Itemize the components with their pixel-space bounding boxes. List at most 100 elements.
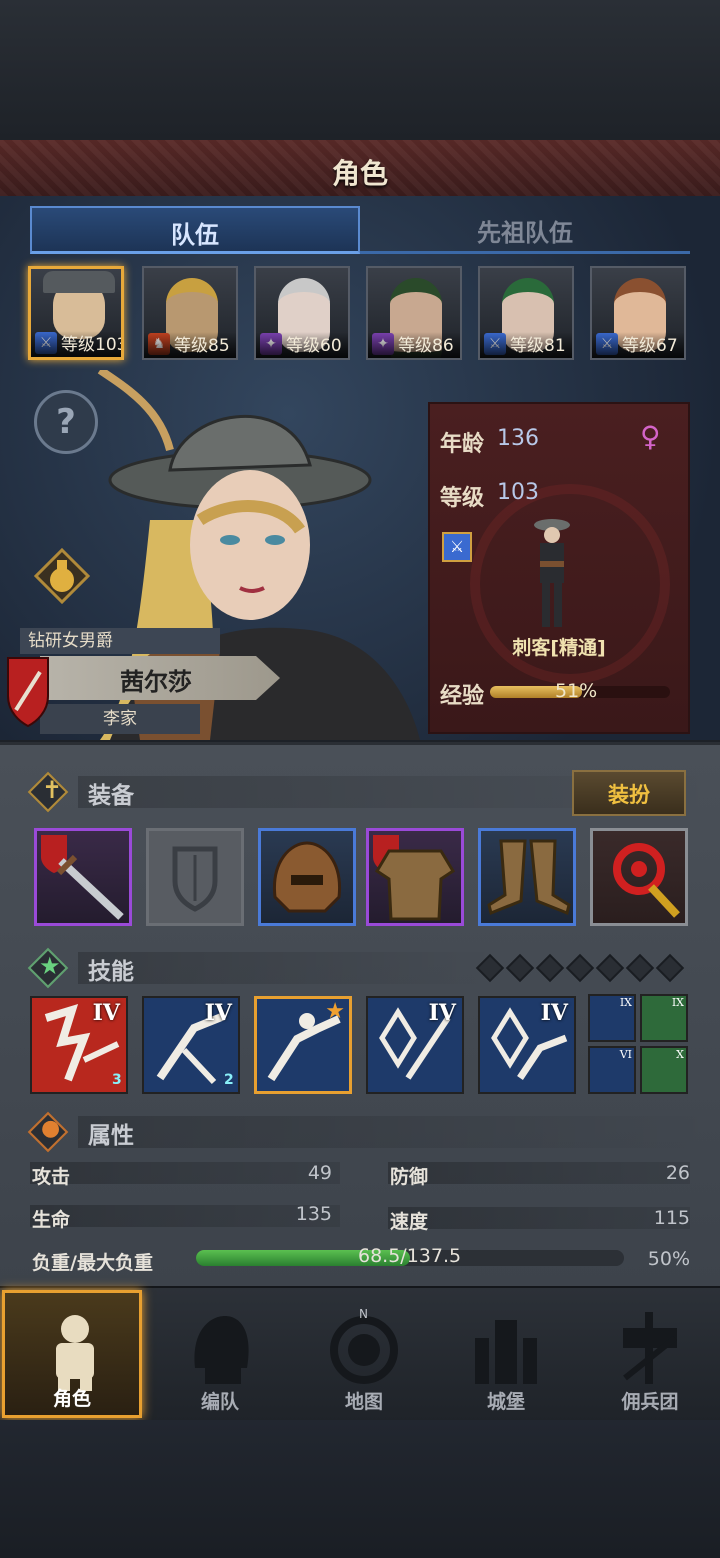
nav-formation[interactable]: 编队 (150, 1290, 290, 1418)
nav-character[interactable]: 角色 (2, 1290, 142, 1418)
equip-slot-weapon[interactable] (34, 828, 132, 926)
roster-portrait-4[interactable]: ✦ 等级86 (366, 266, 462, 360)
skill-slot-1[interactable]: IV 3 (30, 996, 128, 1094)
skill-slot-diamond (535, 953, 565, 983)
nav-label: 角色 (52, 1388, 91, 1410)
defense-value: 26 (665, 1162, 690, 1184)
level-label: 等级85 (144, 332, 236, 358)
nav-label: 地图 (344, 1391, 383, 1413)
level-label: 等级86 (368, 332, 460, 358)
passive-skill-2[interactable]: IX (640, 994, 688, 1042)
skill-rank: X (676, 1048, 684, 1061)
skill-rank: IV (92, 1000, 120, 1026)
class-shield-icon (6, 656, 50, 728)
level-label: 等级81 (480, 332, 572, 358)
helmet-icon (194, 1316, 249, 1384)
skill-rank: IX (671, 996, 684, 1009)
roster-portraits: ⚔ 等级103 ♞ 等级85 ✦ 等级60 ✦ 等级86 ⚔ 等级81 ⚔ 等级… (28, 266, 692, 362)
skill-slot-diamond (475, 953, 505, 983)
skills-label: 技能 (88, 959, 134, 985)
passive-skill-3[interactable]: VI (588, 1046, 636, 1094)
load-percent: 50% (647, 1248, 690, 1270)
potion-icon[interactable] (33, 547, 91, 605)
attributes-label: 属性 (88, 1123, 134, 1149)
sword-icon: ⚔ (442, 532, 472, 562)
nav-castle[interactable]: 城堡 (436, 1290, 576, 1418)
female-icon: ♀ (640, 420, 661, 453)
banner-icon (623, 1312, 677, 1384)
nav-label: 城堡 (486, 1391, 525, 1413)
hero-family: 李家 (40, 704, 200, 734)
skill-rank: IV (540, 1000, 568, 1026)
compass-north-label: N (359, 1308, 368, 1321)
equip-slot-shield-empty[interactable] (146, 828, 244, 926)
skills-section-header: ★ 技能 (27, 947, 498, 989)
roster-portrait-6[interactable]: ⚔ 等级67 (590, 266, 686, 360)
skill-slot-diamond (625, 953, 655, 983)
skill-slot-indicators (475, 953, 688, 983)
load-label: 负重/最大负重 (32, 1252, 153, 1274)
compass-icon: N (330, 1308, 398, 1384)
hero-name: 茜尔莎 (120, 668, 192, 696)
nav-mercenaries[interactable]: 佣兵团 (580, 1290, 720, 1418)
load-value: 68.5/137.5 (358, 1245, 462, 1267)
age-label: 年龄 (440, 432, 485, 457)
cross-glyph: ✝ (42, 776, 63, 804)
tab-ancestor-team[interactable]: 先祖队伍 (360, 206, 690, 254)
hero-class-name: 刺客[精通] (512, 637, 606, 659)
section-strip (78, 952, 498, 984)
speed-value: 115 (653, 1207, 690, 1229)
equip-slot-armor[interactable] (366, 828, 464, 926)
help-icon[interactable]: ? (34, 390, 98, 454)
skill-slot-diamond (655, 953, 685, 983)
skill-slot-diamond (505, 953, 535, 983)
level-label: 等级67 (592, 332, 684, 358)
age-value: 136 (497, 426, 539, 451)
tab-team[interactable]: 队伍 (30, 206, 360, 254)
hero-name-bar[interactable]: 茜尔莎 (40, 656, 280, 700)
section-strip (78, 1116, 718, 1148)
passive-skill-4[interactable]: X (640, 1046, 688, 1094)
defense-label: 防御 (390, 1166, 429, 1188)
passive-skill-1[interactable]: IX (588, 994, 636, 1042)
hero-title-badge: 钻研女男爵 (20, 628, 220, 654)
star-icon: ★ (325, 999, 345, 1024)
skill-gem-count: 2 (224, 1072, 234, 1088)
equip-slot-boots[interactable] (478, 828, 576, 926)
nav-map[interactable]: N 地图 (294, 1290, 434, 1418)
roster-portrait-5[interactable]: ⚔ 等级81 (478, 266, 574, 360)
hero-class-figure (528, 515, 576, 630)
equipment-label: 装备 (88, 783, 134, 809)
speed-label: 速度 (390, 1211, 429, 1233)
nav-label: 佣兵团 (621, 1391, 679, 1413)
screen-title: 角色 (331, 157, 388, 190)
attributes-section-header: ● 属性 (27, 1111, 718, 1153)
attack-value: 49 (307, 1162, 332, 1184)
passive-skills: IX IX VI X (588, 994, 690, 1096)
roster-portrait-1[interactable]: ⚔ 等级103 (28, 266, 124, 360)
bottom-background (0, 1420, 720, 1558)
skill-slot-3[interactable]: ★ (254, 996, 352, 1094)
level-label: 等级60 (256, 332, 348, 358)
skill-slot-4[interactable]: IV (366, 996, 464, 1094)
exp-label: 经验 (440, 684, 485, 709)
title-bar: 角色 (0, 140, 720, 198)
skill-rank: VI (619, 1048, 632, 1061)
skill-slot-5[interactable]: IV (478, 996, 576, 1094)
skill-slot-diamond (565, 953, 595, 983)
skill-slot-2[interactable]: IV 2 (142, 996, 240, 1094)
skill-rank: IV (428, 1000, 456, 1026)
top-background (0, 0, 720, 140)
person-glyph: ● (41, 1116, 61, 1141)
roster-portrait-2[interactable]: ♞ 等级85 (142, 266, 238, 360)
roster-portrait-3[interactable]: ✦ 等级60 (254, 266, 350, 360)
equip-slot-charm[interactable] (590, 828, 688, 926)
equip-slot-helmet[interactable] (258, 828, 356, 926)
skill-gem-count: 3 (112, 1072, 122, 1088)
attack-label: 攻击 (32, 1166, 71, 1188)
castle-icon (475, 1320, 537, 1384)
dress-up-button[interactable]: 装扮 (572, 770, 686, 816)
hat (43, 271, 115, 293)
level-value: 103 (497, 480, 539, 505)
team-tabs: 队伍 先祖队伍 (30, 206, 690, 256)
